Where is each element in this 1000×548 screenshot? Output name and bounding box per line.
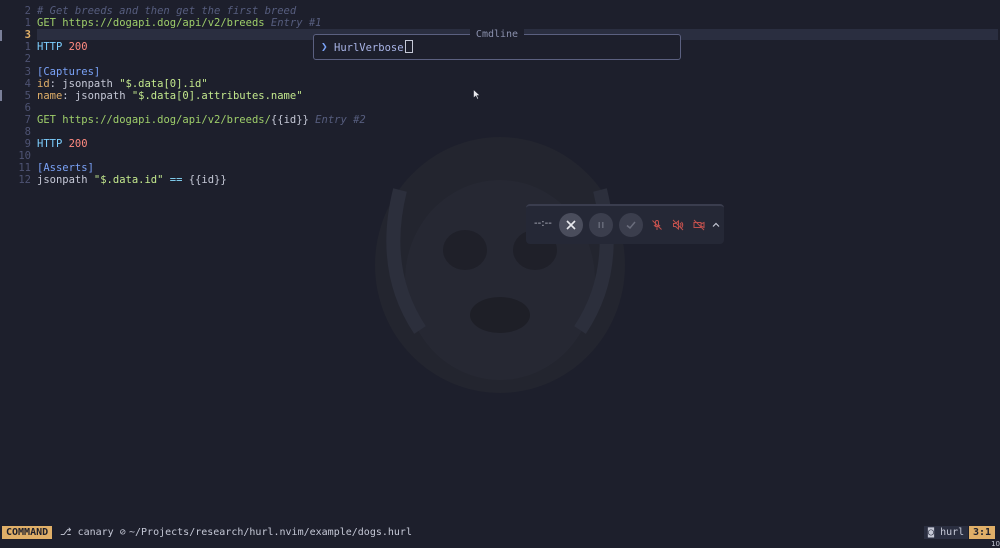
git-branch-icon: ⎇	[60, 527, 72, 538]
code-token: GET	[37, 113, 63, 126]
command-row[interactable]: 10	[0, 539, 1000, 548]
line-code: jsonpath "$.data.id" == {{id}}	[37, 174, 227, 186]
code-token: name	[37, 89, 63, 102]
code-line[interactable]: 7 GET https://dogapi.dog/api/v2/breeds/{{…	[0, 114, 1000, 126]
dog-watermark-image	[375, 137, 625, 393]
file-path: ~/Projects/research/hurl.nvim/example/do…	[129, 527, 412, 538]
line-number: 11	[18, 162, 31, 175]
speaker-muted-icon[interactable]	[672, 219, 684, 231]
code-token: HTTP	[37, 138, 69, 151]
code-token: {{id}}	[270, 113, 309, 126]
chevron-up-icon[interactable]	[712, 219, 720, 231]
code-token: GET	[37, 17, 63, 30]
line-number: 9	[24, 138, 31, 151]
mic-muted-icon[interactable]	[651, 219, 663, 231]
filetype-indicator: ◙ hurl	[924, 526, 969, 539]
code-token: HTTP	[37, 41, 69, 54]
line-number: 8	[24, 126, 31, 138]
cursor-position: 3:1	[969, 526, 996, 539]
check-icon	[626, 221, 636, 230]
code-line[interactable]: 6	[0, 102, 1000, 114]
corner-badge: 10	[991, 540, 1000, 548]
line-code: [Asserts]	[37, 162, 94, 174]
code-token: ==	[163, 174, 189, 187]
mode-indicator: COMMAND	[2, 526, 53, 539]
text-cursor	[404, 40, 413, 53]
cmdline-title: Cmdline	[469, 29, 525, 40]
pause-icon	[598, 222, 604, 228]
code-token: : jsonpath	[49, 77, 120, 90]
code-token: "$.data[0].attributes.name"	[131, 89, 303, 102]
line-number: 7	[24, 113, 31, 126]
code-token: https://dogapi.dog/api/v2/breeds	[62, 17, 265, 30]
camera-off-icon[interactable]	[693, 219, 705, 231]
code-token: 200	[68, 41, 88, 54]
code-line[interactable]: 2 # Get breeds and then get the first bre…	[0, 5, 1000, 17]
code-token: {{id}}	[188, 174, 227, 187]
code-token: "$.data.id"	[93, 174, 164, 187]
code-line[interactable]: 5 name: jsonpath "$.data[0].attributes.na…	[0, 90, 1000, 102]
line-number: 6	[24, 101, 31, 114]
line-code: HTTP 200	[37, 41, 88, 53]
line-code: name: jsonpath "$.data[0].attributes.nam…	[37, 90, 303, 102]
status-line: COMMAND ⎇ canary ⊘ ~/Projects/research/h…	[0, 526, 1000, 539]
line-number: 10	[18, 150, 31, 163]
branch-name: canary	[77, 527, 114, 538]
code-line[interactable]: 3 [Captures]	[0, 66, 1000, 78]
cmdline-text: HurlVerbose	[334, 42, 404, 54]
line-number: 1	[24, 41, 31, 54]
filetype-label: hurl	[940, 527, 965, 538]
code-token: "$.data[0].id"	[119, 77, 208, 90]
code-token: : jsonpath	[62, 89, 132, 102]
chevron-right-icon: ❯	[321, 40, 328, 53]
code-token: https://dogapi.dog/api/v2/breeds/	[62, 113, 271, 126]
line-code: HTTP 200	[37, 138, 88, 150]
line-code: GET https://dogapi.dog/api/v2/breeds Ent…	[37, 17, 322, 29]
line-number: 2	[24, 5, 31, 17]
code-line[interactable]: 4 id: jsonpath "$.data[0].id"	[0, 78, 1000, 90]
line-code: # Get breeds and then get the first bree…	[37, 5, 296, 17]
line-number: 2	[24, 53, 31, 66]
line-number: 4	[24, 77, 31, 90]
code-token: [Asserts]	[37, 162, 94, 175]
line-code: [Captures]	[37, 66, 100, 78]
git-branch: ⎇ canary ⊘	[60, 526, 126, 539]
code-token: [Captures]	[37, 65, 101, 78]
line-number: 12	[18, 174, 31, 187]
line-number: 3	[24, 29, 31, 42]
call-toolbar[interactable]: --:--	[526, 204, 724, 244]
git-clean-icon: ⊘	[119, 527, 126, 538]
hurl-icon: ◙	[928, 527, 935, 538]
code-token: # Get breeds and then get the first bree…	[37, 5, 297, 17]
close-button[interactable]	[559, 213, 583, 237]
confirm-button[interactable]	[619, 213, 643, 237]
call-timer: --:--	[534, 218, 552, 229]
code-token: Entry #2	[308, 113, 366, 126]
cmdline-input[interactable]: HurlVerbose	[334, 40, 413, 54]
code-token: 200	[68, 138, 88, 151]
cmdline-popup[interactable]: Cmdline ❯ HurlVerbose	[313, 29, 681, 60]
line-number: 1	[24, 17, 31, 30]
mouse-pointer-icon	[473, 89, 481, 100]
close-icon	[566, 220, 576, 230]
line-code: id: jsonpath "$.data[0].id"	[37, 78, 208, 90]
code-token: id	[37, 77, 50, 90]
pause-button[interactable]	[589, 213, 613, 237]
code-token: jsonpath	[37, 174, 94, 187]
line-code: GET https://dogapi.dog/api/v2/breeds/{{i…	[37, 114, 366, 126]
line-number: 3	[24, 65, 31, 78]
code-token: Entry #1	[264, 17, 322, 30]
line-number: 5	[24, 89, 31, 102]
